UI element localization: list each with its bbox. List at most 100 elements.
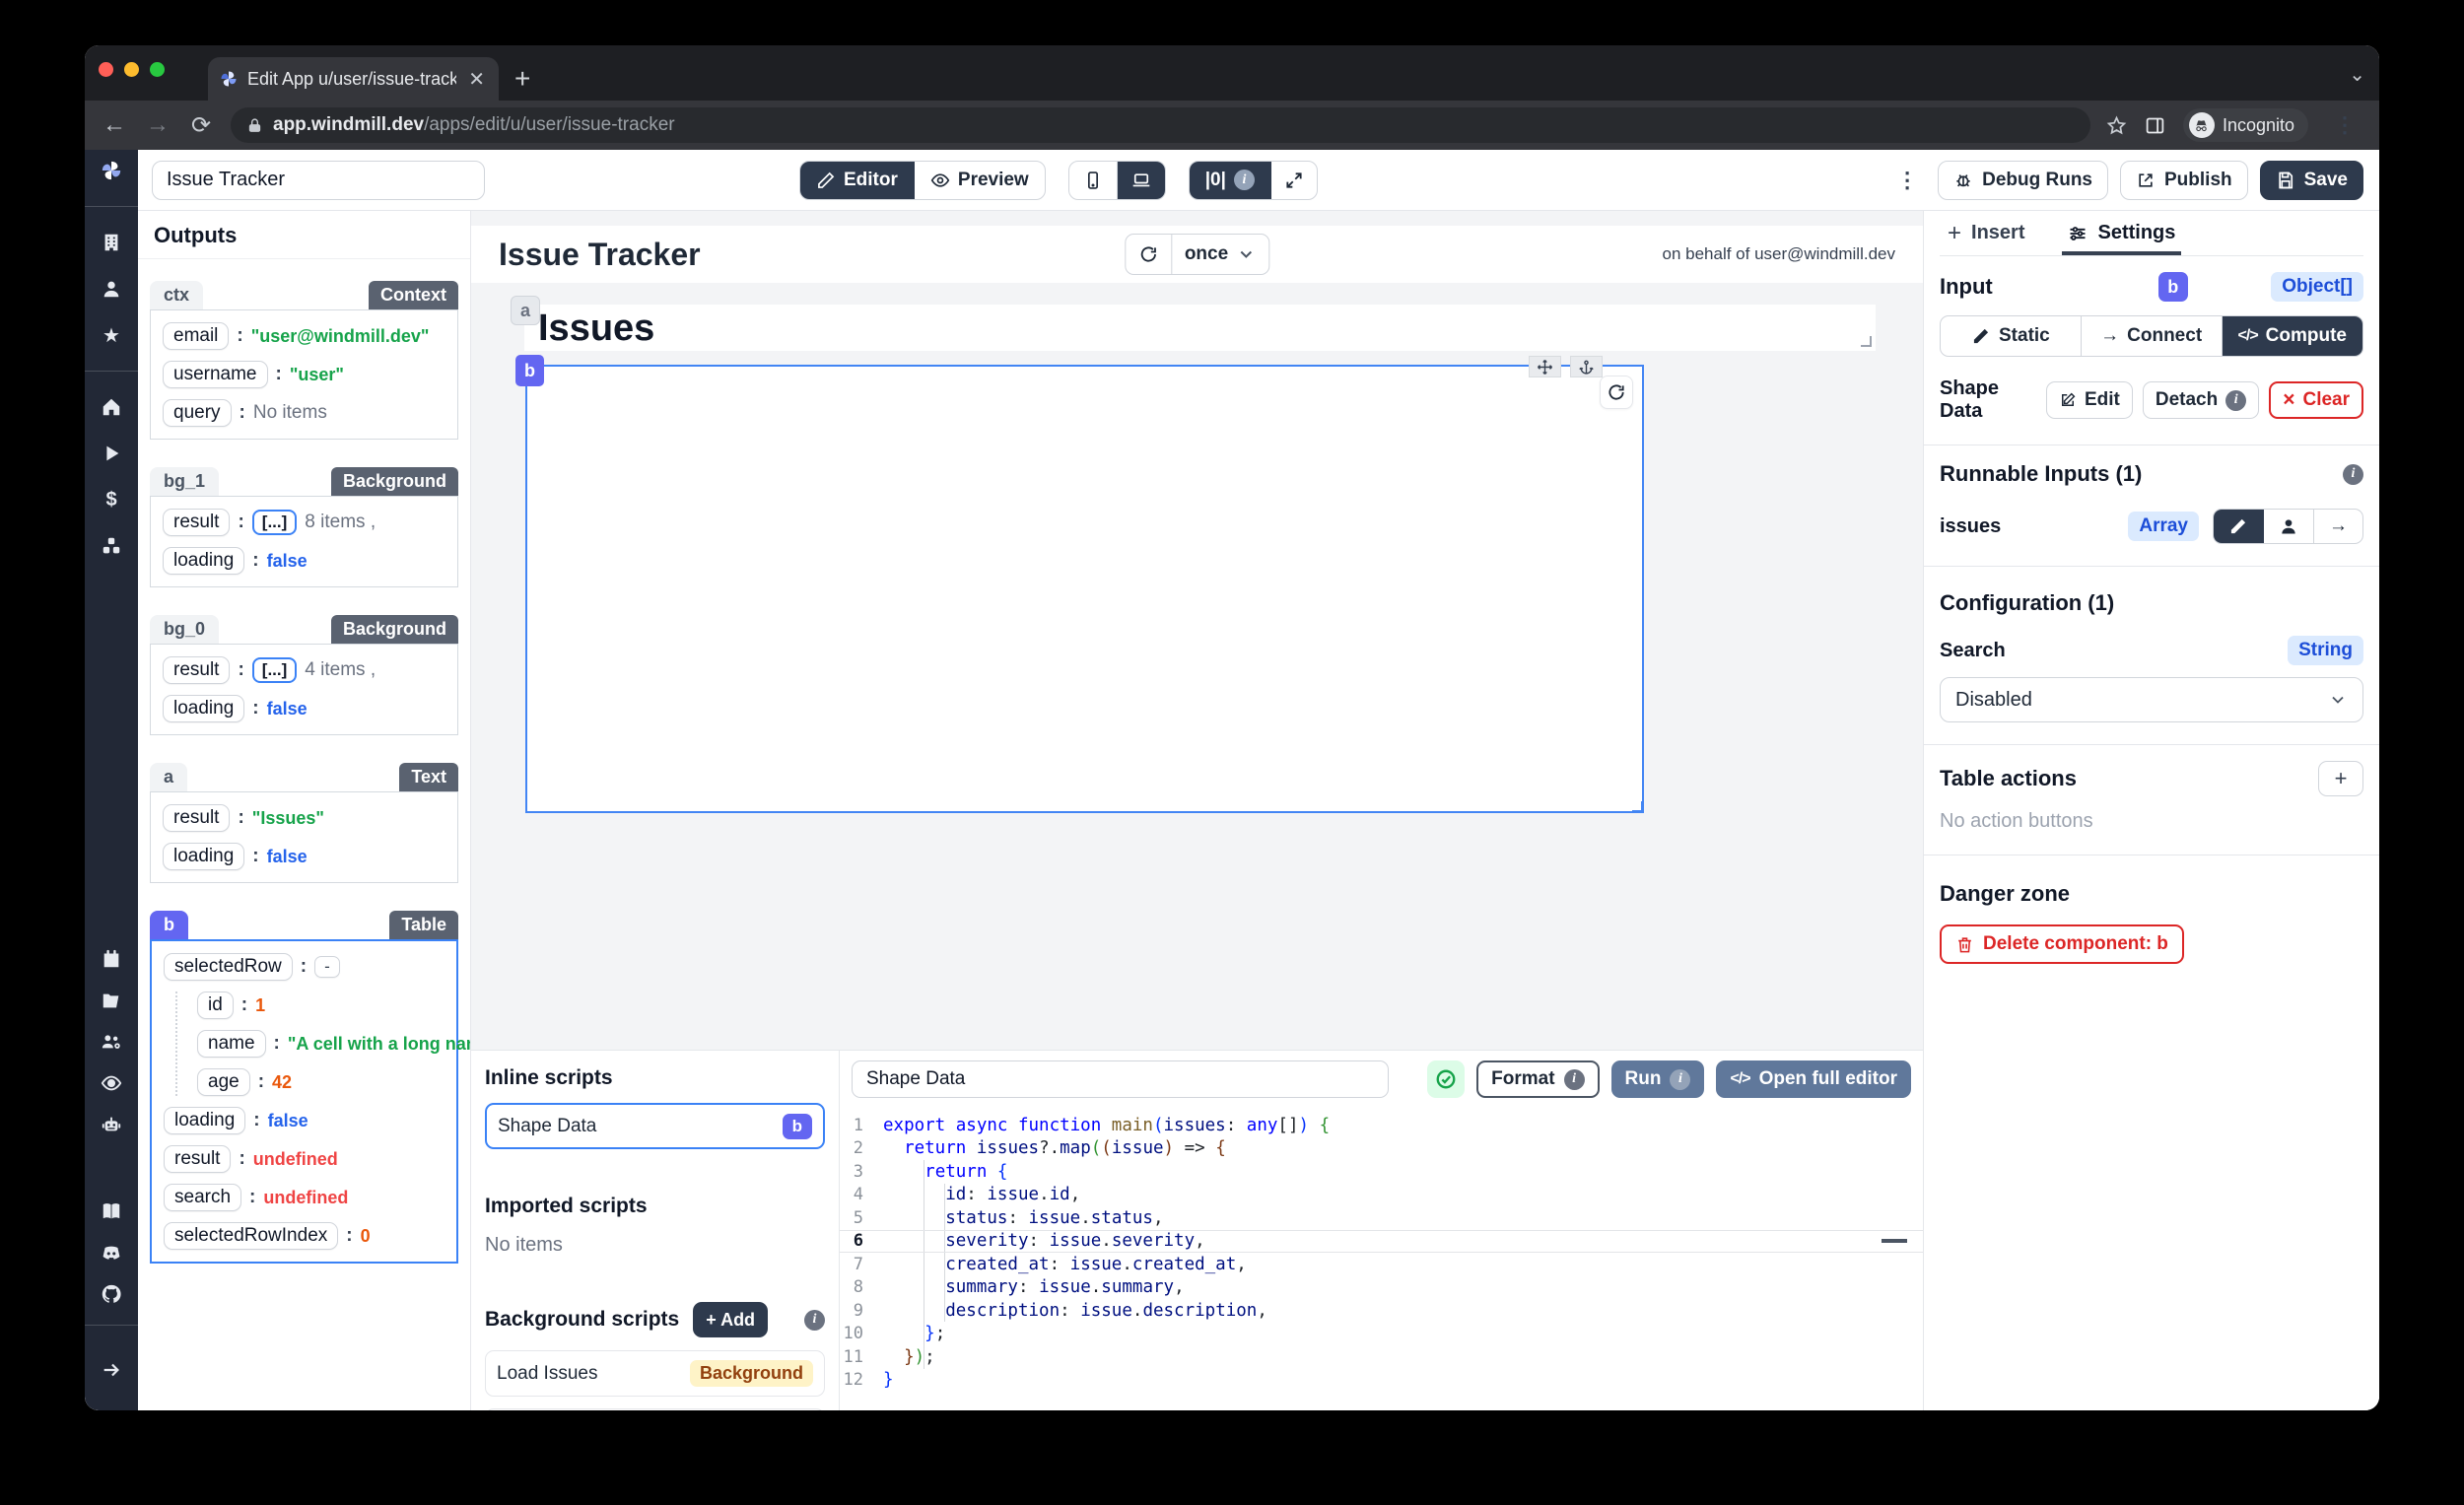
minimize-window-button[interactable] (124, 62, 139, 77)
schedules-calendar-icon[interactable] (101, 948, 122, 970)
runs-play-icon[interactable] (101, 443, 122, 464)
code-line[interactable]: 1export async function main(issues: any[… (840, 1114, 1923, 1137)
reload-icon[interactable]: ⟳ (187, 111, 215, 140)
docs-book-icon[interactable] (101, 1200, 122, 1222)
resize-handle-icon[interactable] (1861, 336, 1872, 347)
close-window-button[interactable] (99, 62, 113, 77)
output-key[interactable]: email (163, 322, 229, 350)
app-canvas[interactable]: Issue Tracker once (471, 211, 1923, 1050)
app-name-input[interactable] (152, 161, 485, 200)
output-key[interactable]: selectedRow (164, 953, 293, 981)
outputs-counter-button[interactable]: |0| i (1190, 162, 1271, 199)
static-mode-button[interactable]: Static (1941, 316, 2082, 356)
browser-menu-icon[interactable]: ⋮ (2326, 112, 2363, 138)
github-icon[interactable] (101, 1283, 122, 1305)
connect-mode-button[interactable]: → Connect (2082, 316, 2223, 356)
forward-icon[interactable]: → (144, 111, 171, 139)
discord-icon[interactable] (101, 1242, 122, 1264)
output-block-id[interactable]: b (150, 911, 188, 939)
favorites-star-icon[interactable]: ★ (101, 324, 122, 346)
debug-runs-button[interactable]: Debug Runs (1938, 161, 2108, 200)
user-icon[interactable] (101, 278, 122, 300)
output-key[interactable]: loading (163, 547, 244, 575)
editor-mode-button[interactable]: Editor (800, 162, 915, 199)
ai-robot-icon[interactable] (101, 1114, 122, 1135)
resources-cubes-icon[interactable] (101, 535, 122, 557)
maximize-window-button[interactable] (150, 62, 165, 77)
output-key[interactable]: loading (164, 1107, 245, 1134)
code-line[interactable]: 7 created_at: issue.created_at, (840, 1253, 1923, 1276)
workspace-building-icon[interactable] (101, 232, 122, 253)
inline-script-item[interactable]: Shape Data b (485, 1103, 825, 1149)
code-line[interactable]: 10 }; (840, 1323, 1923, 1346)
code-line[interactable]: 9 description: issue.description, (840, 1299, 1923, 1323)
more-menu-icon[interactable]: ⋮ (1888, 168, 1926, 193)
desktop-view-button[interactable] (1118, 162, 1165, 199)
output-key[interactable]: result (164, 1145, 231, 1173)
compute-mode-button[interactable]: </> Compute (2223, 316, 2362, 356)
folders-icon[interactable] (101, 990, 122, 1011)
detach-button[interactable]: Detach i (2143, 381, 2259, 419)
table-component-b[interactable]: b (525, 365, 1644, 813)
clear-button[interactable]: × Clear (2269, 381, 2363, 419)
refresh-mode-dropdown[interactable]: once (1172, 235, 1268, 274)
code-line[interactable]: 2 return issues?.map((issue) => { (840, 1137, 1923, 1161)
bookmark-star-icon[interactable] (2106, 115, 2127, 136)
search-select[interactable]: Disabled (1940, 677, 2363, 722)
preview-mode-button[interactable]: Preview (915, 162, 1045, 199)
mobile-view-button[interactable] (1069, 162, 1118, 199)
code-line[interactable]: 6 severity: issue.severity, (840, 1230, 1923, 1254)
collapse-chip[interactable]: - (314, 956, 340, 978)
tab-settings[interactable]: Settings (2068, 211, 2175, 255)
audit-eye-icon[interactable] (101, 1072, 122, 1094)
code-line[interactable]: 11 }); (840, 1345, 1923, 1369)
run-button[interactable]: Run i (1611, 1060, 1705, 1098)
output-key[interactable]: selectedRowIndex (164, 1222, 338, 1250)
output-key[interactable]: id (197, 992, 234, 1019)
add-table-action-button[interactable]: + (2318, 761, 2363, 796)
refresh-app-button[interactable] (1126, 235, 1172, 274)
expand-array-chip[interactable]: [...] (252, 510, 298, 535)
code-line[interactable]: 4 id: issue.id, (840, 1184, 1923, 1207)
open-full-editor-button[interactable]: </> Open full editor (1716, 1060, 1911, 1098)
output-key[interactable]: age (197, 1068, 250, 1096)
output-block-id[interactable]: a (150, 763, 187, 791)
tab-insert[interactable]: + Insert (1948, 211, 2024, 255)
expand-array-chip[interactable]: [...] (252, 657, 298, 683)
background-script-item[interactable] (485, 1408, 825, 1410)
add-background-script-button[interactable]: + Add (693, 1302, 768, 1337)
output-key[interactable]: result (163, 509, 230, 536)
output-key[interactable]: query (163, 399, 232, 427)
static-edit-button[interactable] (2214, 510, 2264, 543)
back-icon[interactable]: ← (101, 111, 128, 139)
code-line[interactable]: 12} (840, 1369, 1923, 1393)
variables-dollar-icon[interactable]: $ (101, 489, 122, 511)
output-key[interactable]: result (163, 804, 230, 832)
save-button[interactable]: Save (2260, 161, 2363, 200)
refresh-component-icon[interactable] (1600, 376, 1633, 409)
code-line[interactable]: 5 status: issue.status, (840, 1206, 1923, 1230)
publish-button[interactable]: Publish (2120, 161, 2248, 200)
browser-tab[interactable]: Edit App u/user/issue-tracker | ✕ (208, 57, 499, 101)
format-button[interactable]: Format i (1476, 1060, 1599, 1098)
anchor-component-icon[interactable] (1570, 356, 1603, 377)
output-key[interactable]: loading (163, 695, 244, 722)
collapse-arrow-icon[interactable] (101, 1359, 122, 1381)
new-tab-button[interactable]: + (514, 63, 530, 101)
address-bar[interactable]: app.windmill.dev/apps/edit/u/user/issue-… (231, 107, 2090, 143)
user-input-button[interactable] (2264, 510, 2314, 543)
background-script-item[interactable]: Load Issues Background (485, 1350, 825, 1397)
connect-input-button[interactable]: → (2314, 510, 2362, 543)
output-block-id[interactable]: bg_0 (150, 615, 219, 644)
output-key[interactable]: username (163, 361, 268, 388)
output-key[interactable]: name (197, 1030, 266, 1058)
script-name-input[interactable] (852, 1060, 1389, 1098)
windmill-logo-icon[interactable] (101, 160, 122, 181)
edit-button[interactable]: Edit (2046, 381, 2133, 419)
groups-users-icon[interactable] (101, 1031, 122, 1053)
resize-handle-icon[interactable] (1632, 801, 1644, 813)
output-key[interactable]: result (163, 656, 230, 684)
output-block-id[interactable]: ctx (150, 281, 203, 309)
side-panel-icon[interactable] (2145, 115, 2165, 136)
output-key[interactable]: loading (163, 843, 244, 870)
